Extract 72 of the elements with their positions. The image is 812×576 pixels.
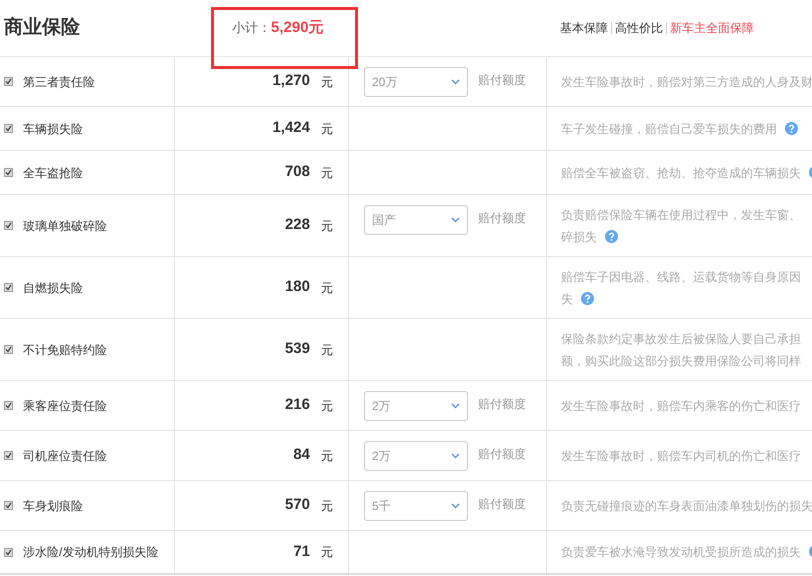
insurance-name: 乘客座位责任险: [23, 398, 107, 414]
insurance-name: 车身划痕险: [23, 498, 83, 514]
currency-unit: 元: [321, 544, 333, 561]
checkbox[interactable]: [4, 77, 13, 86]
description-text: 发生车险事故时，赔偿车内司机的伤亡和医疗: [561, 448, 801, 464]
price: 228: [284, 215, 310, 236]
price: 1,424: [272, 118, 310, 138]
price: 539: [284, 339, 310, 360]
coverage-label: 赔付额度: [478, 496, 526, 513]
price: 180: [284, 277, 310, 298]
coverage-dropdown[interactable]: 国产: [364, 205, 468, 235]
chevron-down-icon: [451, 403, 460, 409]
checkbox[interactable]: [4, 221, 13, 230]
section-title: 商业保险: [4, 16, 80, 38]
checkbox[interactable]: [4, 345, 13, 354]
coverage-dropdown[interactable]: 2万: [364, 441, 468, 471]
currency-unit: 元: [321, 448, 333, 464]
insurance-name: 玻璃单独破碎险: [23, 218, 107, 234]
subtotal-label: 小计：: [232, 18, 271, 37]
subtotal-value: 5,290元: [271, 18, 324, 38]
currency-unit: 元: [321, 398, 333, 414]
checkbox[interactable]: [4, 124, 13, 133]
coverage-label: 赔付额度: [478, 72, 526, 89]
insurance-name: 不计免赔特约险: [23, 342, 107, 358]
price: 84: [293, 445, 310, 466]
coverage-dropdown[interactable]: 2万: [364, 391, 468, 421]
chevron-down-icon: [451, 453, 460, 459]
price: 216: [284, 395, 310, 416]
description-text: 保险条款约定事故发生后被保险人要自己承担: [561, 330, 801, 348]
currency-unit: 元: [321, 74, 333, 90]
plan-link[interactable]: 新车主全面保障: [670, 19, 754, 37]
description-text: 赔偿车子因电器、线路、运载货物等自身原因: [561, 268, 801, 286]
description-text: 车子发生碰撞，赔偿自己爱车损失的费用: [561, 120, 777, 138]
coverage-label: 赔付额度: [478, 210, 526, 227]
chevron-down-icon: [451, 503, 460, 509]
description-text: 负责爱车被水淹导致发动机受损所造成的损失: [561, 544, 801, 561]
description-text: 发生车险事故时，赔偿车内乘客的伤亡和医疗: [561, 398, 801, 414]
insurance-name: 第三者责任险: [23, 74, 95, 90]
checkbox[interactable]: [4, 548, 13, 556]
chevron-down-icon: [451, 217, 460, 223]
currency-unit: 元: [321, 498, 333, 514]
coverage-label: 赔付额度: [478, 446, 526, 463]
coverage-label: 赔付额度: [478, 396, 526, 413]
checkbox[interactable]: [4, 501, 13, 510]
description-text: 失: [561, 290, 573, 308]
currency-unit: 元: [321, 218, 333, 234]
insurance-name: 涉水险/发动机特别损失险: [23, 544, 158, 561]
insurance-name: 全车盗抢险: [23, 164, 83, 182]
currency-unit: 元: [321, 280, 333, 296]
description-text: 碎损失: [561, 228, 597, 246]
price: 71: [293, 542, 310, 562]
price: 708: [284, 162, 310, 182]
checkbox[interactable]: [4, 401, 13, 410]
checkbox[interactable]: [4, 451, 13, 460]
price: 1,270: [272, 71, 310, 92]
insurance-name: 自燃损失险: [23, 280, 83, 296]
insurance-name: 车辆损失险: [23, 120, 83, 138]
insurance-name: 司机座位责任险: [23, 448, 107, 464]
plan-link[interactable]: 高性价比: [615, 19, 663, 37]
currency-unit: 元: [321, 342, 333, 358]
currency-unit: 元: [321, 120, 333, 138]
description-text: 额，购买此险这部分损失费用保险公司将同样: [561, 352, 801, 370]
plan-link[interactable]: 基本保障: [560, 19, 608, 37]
checkbox[interactable]: [4, 283, 13, 292]
price: 570: [284, 495, 310, 516]
coverage-dropdown[interactable]: 5千: [364, 491, 468, 521]
description-text: 赔偿全车被盗窃、抢劫、抢夺造成的车辆损失: [561, 164, 801, 182]
description-text: 负责赔偿保险车辆在使用过程中，发生车窗、: [561, 206, 801, 224]
chevron-down-icon: [451, 79, 460, 85]
coverage-dropdown[interactable]: 20万: [364, 67, 468, 97]
currency-unit: 元: [321, 164, 333, 182]
checkbox[interactable]: [4, 168, 13, 177]
